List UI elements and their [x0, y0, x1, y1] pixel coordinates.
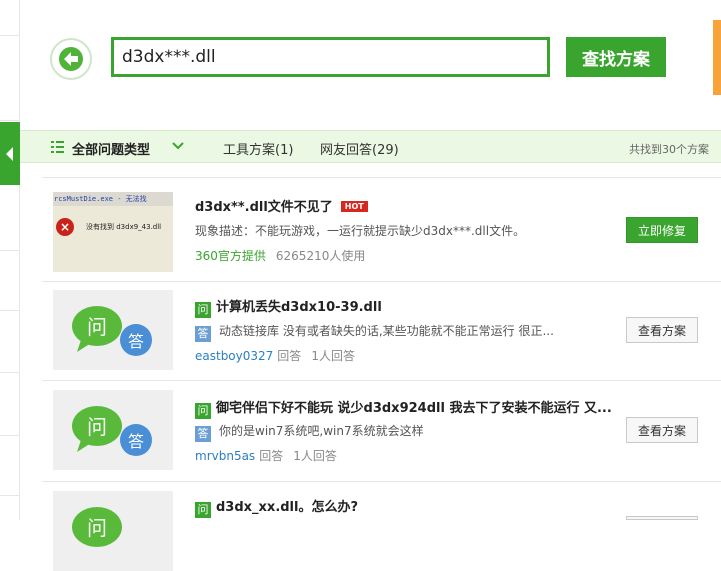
answered-label: 回答 — [277, 349, 302, 363]
result-description: 现象描述：不能玩游戏，一运行就提示缺少d3dx***.dll文件。 — [195, 224, 526, 238]
search-input[interactable] — [111, 37, 550, 77]
answerer-link[interactable]: eastboy0327 — [195, 349, 273, 363]
svg-text:答: 答 — [128, 432, 144, 451]
tab-tool-solutions[interactable]: 工具方案(1) — [223, 139, 293, 158]
result-meta: eastboy0327 回答 1人回答 — [195, 347, 355, 364]
collapse-arrow-icon — [6, 147, 13, 161]
rail-divider — [0, 435, 19, 436]
answer-count: 1人回答 — [293, 449, 337, 463]
hot-badge: HOT — [340, 201, 368, 212]
result-description: 答你的是win7系统吧,win7系统就会这样 — [195, 422, 424, 442]
error-screenshot-thumb[interactable]: rcsMustDie.exe - 无法找 × 没有找到 d3dx9_43.dll — [53, 192, 173, 272]
svg-text:答: 答 — [128, 332, 144, 351]
tab-user-answers[interactable]: 网友回答(29) — [320, 139, 399, 158]
result-title-text[interactable]: 计算机丢失d3dx10-39.dll — [216, 300, 382, 315]
result-meta: 360官方提供 6265210人使用 — [195, 247, 365, 264]
back-arrow-icon — [59, 47, 83, 71]
answerer-link[interactable]: mrvbn5as — [195, 449, 255, 463]
view-solution-button[interactable]: 查看方案 — [626, 317, 698, 343]
result-title-text[interactable]: 御宅伴侣下好不能玩 说少d3dx924dll 我去下了安装不能运行 又... — [216, 401, 612, 416]
svg-text:问: 问 — [87, 315, 107, 339]
result-count: 共找到30个方案 — [629, 143, 709, 156]
result-item: rcsMustDie.exe - 无法找 × 没有找到 d3dx9_43.dll… — [42, 178, 721, 280]
search-header: 查找方案 — [20, 0, 721, 128]
result-title[interactable]: 问御宅伴侣下好不能玩 说少d3dx924dll 我去下了安装不能运行 又... — [195, 397, 612, 419]
answered-label: 回答 — [259, 449, 284, 463]
answer-badge: 答 — [195, 426, 211, 442]
rail-divider — [0, 120, 19, 121]
result-title[interactable]: 问 d3dx_xx.dll。怎么办? — [195, 496, 358, 518]
dialog-message: 没有找到 d3dx9_43.dll — [86, 223, 162, 231]
source-label: 360官方提供 — [195, 249, 266, 263]
left-rail — [0, 0, 20, 520]
side-strip — [713, 20, 721, 95]
result-item: 问 答 问计算机丢失d3dx10-39.dll 答动态链接库 没有或者缺失的话,… — [42, 282, 721, 380]
view-solution-button[interactable] — [626, 516, 698, 520]
answer-snippet: 动态链接库 没有或者缺失的话,某些功能就不能正常运行 很正... — [219, 324, 554, 338]
question-badge: 问 — [195, 403, 211, 419]
rail-divider — [0, 372, 19, 373]
rail-divider — [0, 310, 19, 311]
qa-bubble-icon: 问 答 — [72, 306, 152, 356]
qa-bubble-thumb[interactable]: 问 — [53, 491, 173, 571]
question-badge: 问 — [195, 502, 211, 518]
question-badge: 问 — [195, 302, 211, 318]
usage-count: 6265210人使用 — [275, 249, 366, 263]
qa-bubble-thumb[interactable]: 问 答 — [53, 390, 173, 470]
fix-now-button[interactable]: 立即修复 — [626, 217, 698, 243]
answer-badge: 答 — [195, 326, 211, 342]
answer-snippet: 你的是win7系统吧,win7系统就会这样 — [219, 424, 424, 438]
qa-bubble-icon: 问 — [72, 507, 122, 547]
rail-divider — [0, 495, 19, 496]
result-meta: mrvbn5as 回答 1人回答 — [195, 447, 337, 464]
result-title-text[interactable]: d3dx**.dll文件不见了 — [195, 200, 333, 215]
all-types-dropdown[interactable]: 全部问题类型 — [72, 139, 150, 158]
qa-bubble-icon: 问 答 — [72, 406, 152, 456]
answer-count: 1人回答 — [311, 349, 355, 363]
svg-text:问: 问 — [87, 415, 107, 439]
result-title[interactable]: d3dx**.dll文件不见了 HOT — [195, 196, 368, 215]
result-item: 问 问 d3dx_xx.dll。怎么办? — [42, 482, 721, 571]
result-title-text[interactable]: d3dx_xx.dll。怎么办? — [216, 500, 358, 515]
chevron-down-icon[interactable] — [172, 141, 184, 151]
dialog-title: rcsMustDie.exe - 无法找 — [53, 192, 173, 206]
list-icon — [51, 141, 64, 153]
result-title[interactable]: 问计算机丢失d3dx10-39.dll — [195, 296, 382, 318]
rail-divider — [0, 35, 19, 36]
error-icon: × — [56, 218, 74, 236]
result-item: 问 答 问御宅伴侣下好不能玩 说少d3dx924dll 我去下了安装不能运行 又… — [42, 381, 721, 481]
back-button[interactable] — [50, 38, 92, 80]
rail-divider — [0, 250, 19, 251]
result-description: 答动态链接库 没有或者缺失的话,某些功能就不能正常运行 很正... — [195, 322, 554, 342]
view-solution-button[interactable]: 查看方案 — [626, 417, 698, 443]
qa-bubble-thumb[interactable]: 问 答 — [53, 290, 173, 370]
search-button[interactable]: 查找方案 — [566, 37, 666, 77]
filter-bar: 全部问题类型 工具方案(1) 网友回答(29) 共找到30个方案 — [20, 130, 721, 163]
rail-collapse-tab[interactable] — [0, 122, 20, 185]
